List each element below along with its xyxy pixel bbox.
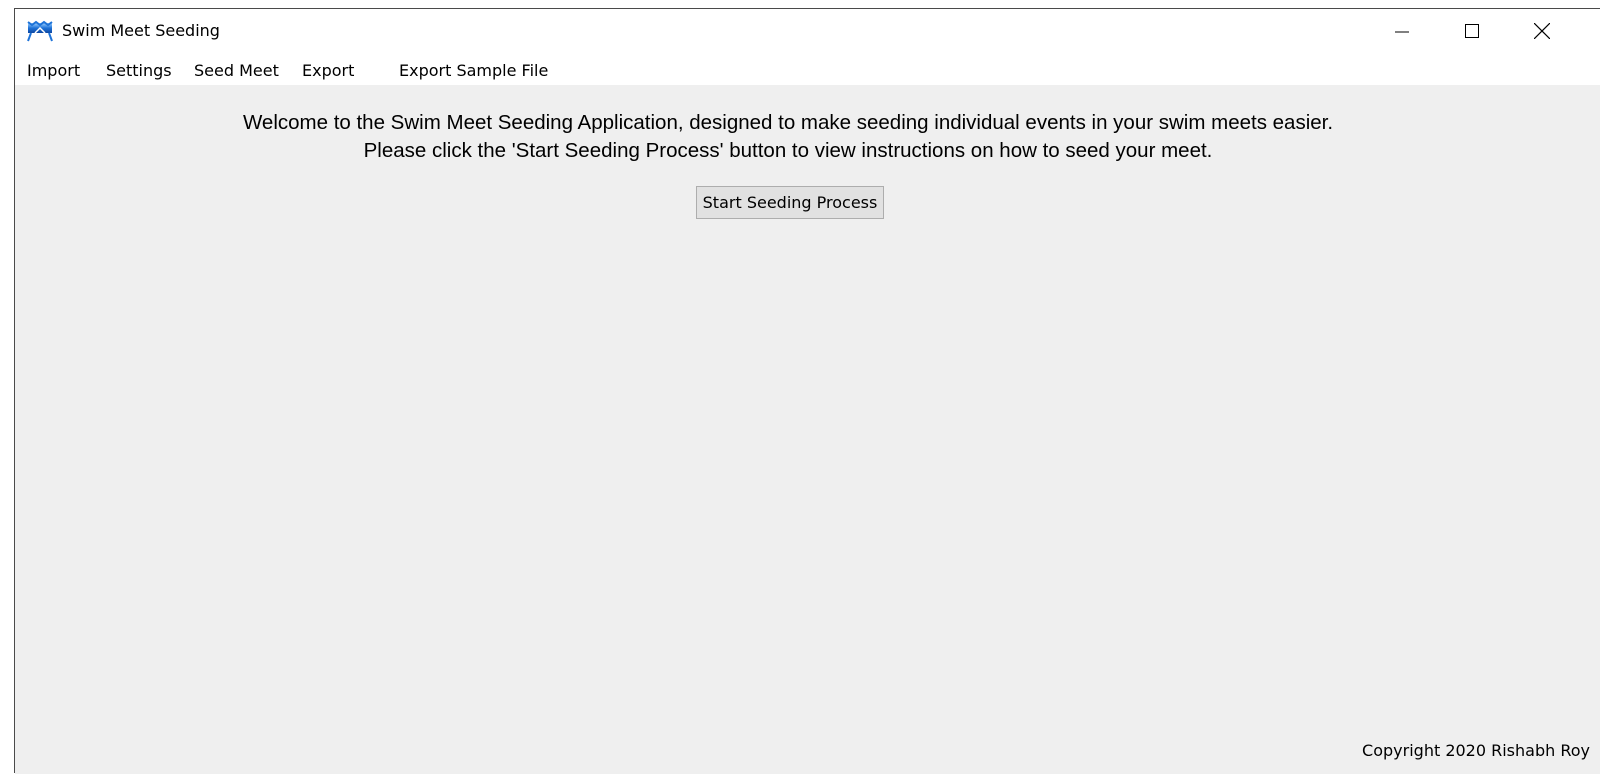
maximize-button[interactable]	[1437, 9, 1507, 53]
swimmer-wave-icon	[27, 19, 53, 43]
welcome-line-2: Please click the 'Start Seeding Process'…	[363, 139, 1213, 162]
welcome-message: Welcome to the Swim Meet Seeding Applica…	[15, 109, 1561, 165]
menu-settings[interactable]: Settings	[106, 61, 172, 80]
menu-bar: Import Settings Seed Meet Export Export …	[15, 53, 1600, 85]
menu-import[interactable]: Import	[27, 61, 80, 80]
menu-export-sample-file[interactable]: Export Sample File	[399, 61, 548, 80]
maximize-icon	[1465, 24, 1479, 38]
close-icon	[1534, 23, 1550, 39]
start-seeding-process-button[interactable]: Start Seeding Process	[696, 186, 884, 219]
minimize-icon	[1395, 24, 1409, 38]
title-bar[interactable]: Swim Meet Seeding	[15, 9, 1600, 53]
menu-seed-meet[interactable]: Seed Meet	[194, 61, 279, 80]
menu-export[interactable]: Export	[302, 61, 354, 80]
minimize-button[interactable]	[1367, 9, 1437, 53]
copyright-text: Copyright 2020 Rishabh Roy	[1362, 741, 1590, 760]
close-button[interactable]	[1507, 9, 1577, 53]
welcome-line-1: Welcome to the Swim Meet Seeding Applica…	[242, 111, 1334, 134]
window-title: Swim Meet Seeding	[62, 21, 220, 40]
app-window: Swim Meet Seeding Import Settings Seed M…	[14, 8, 1600, 774]
main-content: Welcome to the Swim Meet Seeding Applica…	[15, 85, 1600, 774]
